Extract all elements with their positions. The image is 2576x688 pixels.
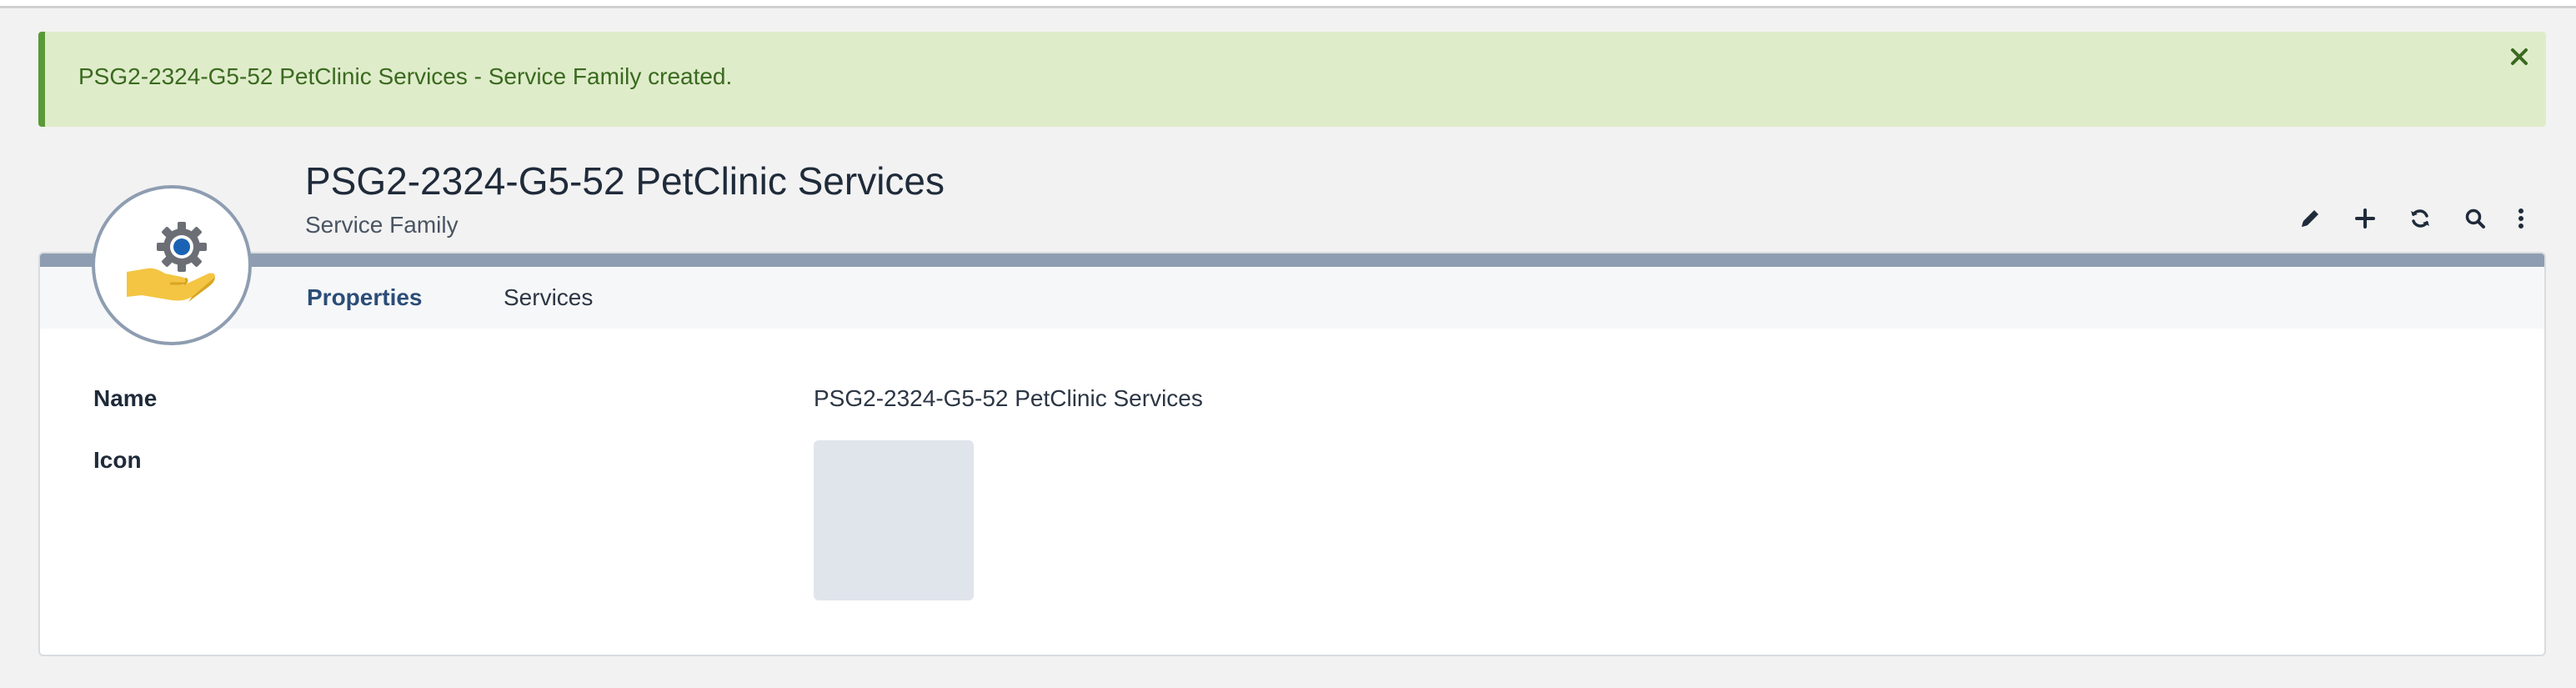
icon-image-placeholder	[814, 440, 974, 600]
search-icon	[2465, 208, 2485, 228]
search-button[interactable]	[2448, 200, 2503, 237]
page-title: PSG2-2324-G5-52 PetClinic Services	[305, 159, 945, 203]
more-vertical-icon	[2518, 208, 2523, 228]
details-card: Properties Services Name PSG2-2324-G5-52…	[38, 252, 2546, 656]
more-options-button[interactable]	[2503, 200, 2539, 237]
refresh-button[interactable]	[2393, 200, 2448, 237]
edit-button[interactable]	[2283, 200, 2338, 237]
close-alert-button[interactable]	[2504, 42, 2534, 72]
avatar	[92, 185, 252, 345]
alert-message: PSG2-2324-G5-52 PetClinic Services - Ser…	[78, 63, 733, 89]
tab-bar: Properties Services	[40, 267, 2544, 329]
header-actions	[2283, 200, 2539, 237]
card-header-bar	[40, 254, 2544, 267]
pencil-icon	[2302, 210, 2318, 227]
icon-label: Icon	[93, 447, 142, 473]
page-subtitle: Service Family	[305, 212, 459, 238]
name-label: Name	[93, 385, 158, 411]
close-icon	[2511, 48, 2528, 65]
top-divider	[0, 0, 2576, 8]
plus-icon	[2355, 208, 2375, 228]
refresh-icon	[2411, 209, 2429, 228]
service-family-icon	[127, 222, 215, 302]
tab-services[interactable]: Services	[504, 280, 593, 315]
tab-properties[interactable]: Properties	[307, 280, 423, 315]
name-value: PSG2-2324-G5-52 PetClinic Services	[814, 385, 1203, 411]
success-alert: PSG2-2324-G5-52 PetClinic Services - Ser…	[38, 32, 2546, 127]
add-button[interactable]	[2338, 200, 2393, 237]
